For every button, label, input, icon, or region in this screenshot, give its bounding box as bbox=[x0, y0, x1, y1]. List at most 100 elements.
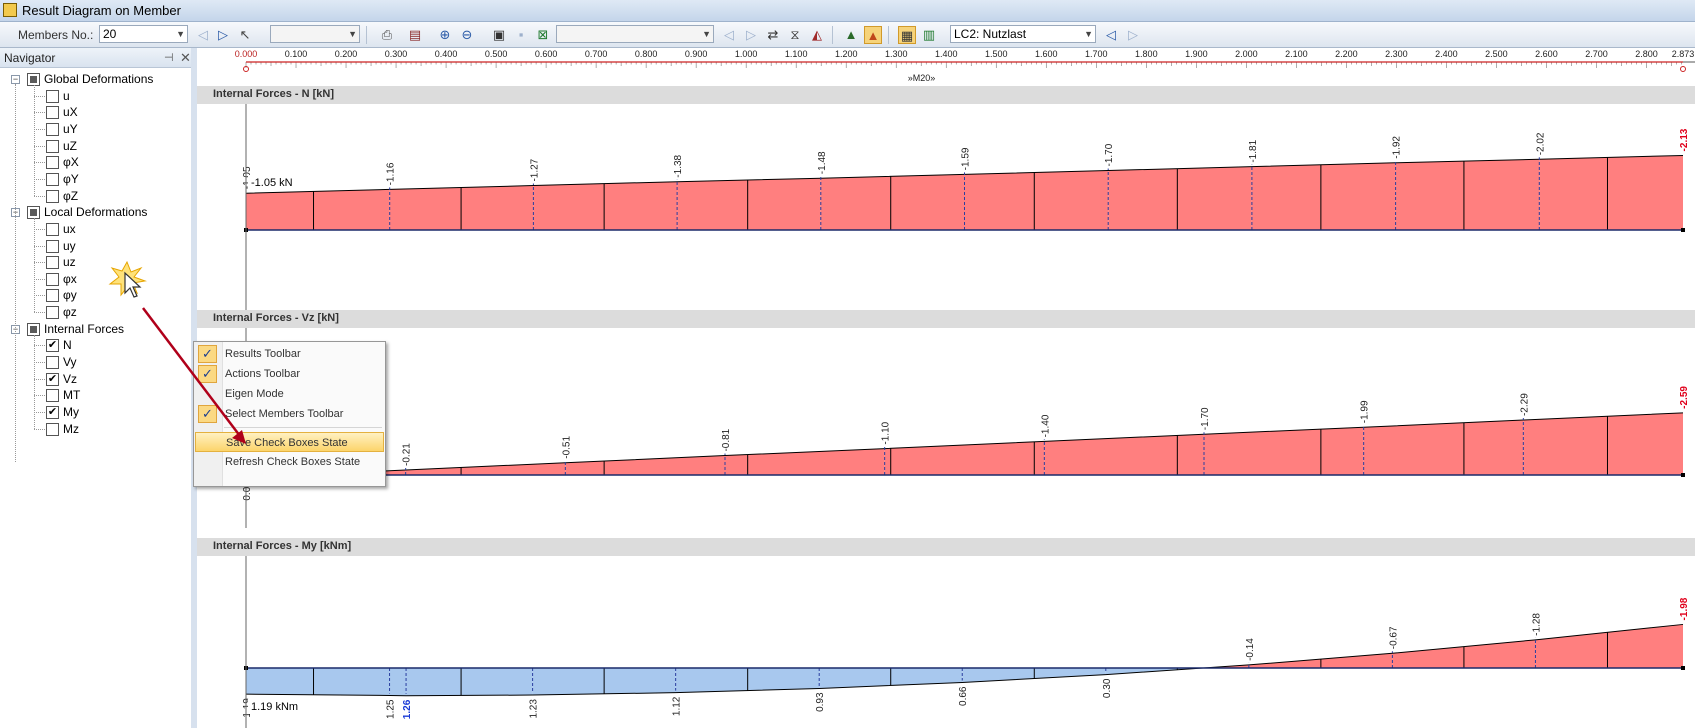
zoom-in-icon[interactable]: ⊕ bbox=[436, 26, 454, 44]
menu-item-select-members-toolbar[interactable]: ✓ Select Members Toolbar bbox=[195, 404, 384, 424]
menu-item-eigen-mode[interactable]: Eigen Mode bbox=[195, 384, 384, 404]
tree-item-global-deformations-1[interactable]: uX bbox=[0, 104, 190, 120]
value-label: -1.38 bbox=[673, 154, 684, 177]
tree-item-internal-forces-1[interactable]: Vy bbox=[0, 354, 190, 370]
diagram-vz: 0.09-0.21 -0.51 -0.81 -1.10 -1.40 -1.70 -1.99-… bbox=[242, 328, 1690, 528]
prev-loadcase-icon[interactable]: ◁ bbox=[1102, 26, 1120, 44]
item-checkbox[interactable] bbox=[46, 389, 59, 403]
loadcase-select[interactable]: LC2: Nutzlast ▼ bbox=[950, 25, 1096, 43]
ruler-tick-label: 1.900 bbox=[1185, 49, 1208, 59]
value-label: -1.40 bbox=[1040, 414, 1051, 437]
select-member-icon[interactable]: ↖ bbox=[236, 26, 254, 44]
item-checkbox[interactable] bbox=[46, 272, 59, 286]
ruler-tick-label: 2.100 bbox=[1285, 49, 1308, 59]
tree-item-label: uz bbox=[63, 255, 76, 270]
diagram-area bbox=[389, 668, 407, 696]
value-label: -0.14 bbox=[1245, 638, 1256, 661]
tree-item-global-deformations-5[interactable]: φY bbox=[0, 171, 190, 187]
diagram-area bbox=[1535, 624, 1683, 668]
item-checkbox[interactable] bbox=[46, 106, 59, 120]
item-checkbox[interactable] bbox=[46, 89, 59, 103]
menu-item-refresh-check-boxes-state[interactable]: Refresh Check Boxes State bbox=[195, 452, 384, 472]
prev-arrow-icon[interactable]: ◁ bbox=[720, 26, 738, 44]
tree-item-local-deformations-2[interactable]: uz bbox=[0, 254, 190, 270]
item-checkbox[interactable] bbox=[46, 139, 59, 153]
tree-item-global-deformations-3[interactable]: uZ bbox=[0, 138, 190, 154]
tree-item-local-deformations-3[interactable]: φx bbox=[0, 271, 190, 287]
next-loadcase-icon[interactable]: ▷ bbox=[1124, 26, 1142, 44]
tree-group-local-deformations[interactable]: − Local Deformations bbox=[0, 204, 190, 220]
pin-icon[interactable]: ⊣ bbox=[164, 51, 174, 64]
ruler-tick-label: 2.800 bbox=[1635, 49, 1658, 59]
diagram-area bbox=[565, 455, 725, 475]
diagram-area bbox=[820, 174, 965, 230]
section-n-header: Internal Forces - N [kN] bbox=[197, 86, 1695, 104]
checkmark-icon: ✓ bbox=[198, 365, 217, 383]
close-icon[interactable]: ✕ bbox=[180, 50, 191, 66]
menu-item-label: Save Check Boxes State bbox=[226, 437, 348, 449]
tree-group-global-deformations[interactable]: − Global Deformations bbox=[0, 71, 190, 87]
item-checkbox[interactable] bbox=[46, 156, 59, 170]
tree-item-internal-forces-2[interactable]: ✔ Vz bbox=[0, 371, 190, 387]
item-checkbox[interactable] bbox=[46, 422, 59, 436]
tree-item-label: N bbox=[63, 338, 72, 353]
print-icon[interactable]: ⎙ bbox=[378, 26, 396, 44]
item-checkbox[interactable]: ✔ bbox=[46, 372, 59, 386]
item-checkbox[interactable] bbox=[46, 289, 59, 303]
menu-item-save-check-boxes-state[interactable]: Save Check Boxes State bbox=[195, 432, 384, 452]
tree-item-internal-forces-4[interactable]: ✔ My bbox=[0, 404, 190, 420]
member-table-icon[interactable]: ▦ bbox=[898, 26, 916, 44]
ruler-tick-label: 0.500 bbox=[485, 49, 508, 59]
tree-item-local-deformations-0[interactable]: ux bbox=[0, 221, 190, 237]
item-checkbox[interactable] bbox=[46, 239, 59, 253]
item-checkbox[interactable] bbox=[46, 356, 59, 370]
tree-item-internal-forces-0[interactable]: ✔ N bbox=[0, 337, 190, 353]
render-a-icon[interactable]: ▲ bbox=[842, 26, 860, 44]
value-label: -1.99 bbox=[1360, 400, 1371, 423]
item-checkbox[interactable] bbox=[46, 222, 59, 236]
ruler-tick-label: 0.200 bbox=[335, 49, 358, 59]
save-icon[interactable]: ▪ bbox=[512, 26, 530, 44]
menu-item-label: Refresh Check Boxes State bbox=[225, 456, 361, 468]
window-titlebar: Result Diagram on Member bbox=[0, 0, 1695, 22]
zoom-out-icon[interactable]: ⊖ bbox=[458, 26, 476, 44]
tree-item-local-deformations-5[interactable]: φz bbox=[0, 304, 190, 320]
empty-select[interactable]: ▼ bbox=[270, 25, 360, 43]
values-table-icon[interactable]: ▥ bbox=[920, 26, 938, 44]
item-checkbox[interactable]: ✔ bbox=[46, 339, 59, 353]
tree-item-local-deformations-1[interactable]: uy bbox=[0, 238, 190, 254]
item-checkbox[interactable] bbox=[46, 256, 59, 270]
tree-item-global-deformations-4[interactable]: φX bbox=[0, 154, 190, 170]
menu-item-results-toolbar[interactable]: ✓ Results Toolbar bbox=[195, 344, 384, 364]
tree-item-global-deformations-2[interactable]: uY bbox=[0, 121, 190, 137]
render-b-icon[interactable]: ▲ bbox=[864, 26, 882, 44]
item-checkbox[interactable] bbox=[46, 306, 59, 320]
show-values-icon[interactable]: ⇄ bbox=[764, 26, 782, 44]
excel-icon[interactable]: ⊠ bbox=[534, 26, 552, 44]
value-label: -1.92 bbox=[1392, 136, 1403, 159]
color-scale-icon[interactable]: ▤ bbox=[406, 26, 424, 44]
tree-item-global-deformations-0[interactable]: u bbox=[0, 88, 190, 104]
menu-item-actions-toolbar[interactable]: ✓ Actions Toolbar bbox=[195, 364, 384, 384]
members-select[interactable]: 20 ▼ bbox=[99, 25, 188, 43]
tree-item-local-deformations-4[interactable]: φy bbox=[0, 287, 190, 303]
item-checkbox[interactable]: ✔ bbox=[46, 406, 59, 419]
result-select[interactable]: ▼ bbox=[556, 25, 714, 43]
tree-item-internal-forces-3[interactable]: MT bbox=[0, 387, 190, 403]
item-checkbox[interactable] bbox=[46, 122, 59, 136]
show-extremes-icon[interactable]: ⧖ bbox=[786, 26, 804, 44]
show-fill-icon[interactable]: ◭ bbox=[808, 26, 826, 44]
value-label: 1.25 bbox=[386, 699, 397, 719]
toolbar: Members No.: 20 ▼ ◁ ▷ ↖ ▼ ⎙ ▤ ⊕ ⊖ ▣ ▪ ⊠ … bbox=[0, 22, 1695, 48]
tree-group-internal-forces[interactable]: − Internal Forces bbox=[0, 321, 190, 337]
collapse-icon[interactable]: − bbox=[11, 75, 20, 84]
tree-item-global-deformations-6[interactable]: φZ bbox=[0, 188, 190, 204]
tree-item-internal-forces-5[interactable]: Mz bbox=[0, 421, 190, 437]
export-icon[interactable]: ▣ bbox=[490, 26, 508, 44]
next-arrow-icon[interactable]: ▷ bbox=[214, 26, 232, 44]
value-label: -1.48 bbox=[817, 151, 828, 174]
item-checkbox[interactable] bbox=[46, 172, 59, 186]
item-checkbox[interactable] bbox=[46, 189, 59, 203]
next-arrow-icon[interactable]: ▷ bbox=[742, 26, 760, 44]
prev-arrow-icon[interactable]: ◁ bbox=[194, 26, 212, 44]
